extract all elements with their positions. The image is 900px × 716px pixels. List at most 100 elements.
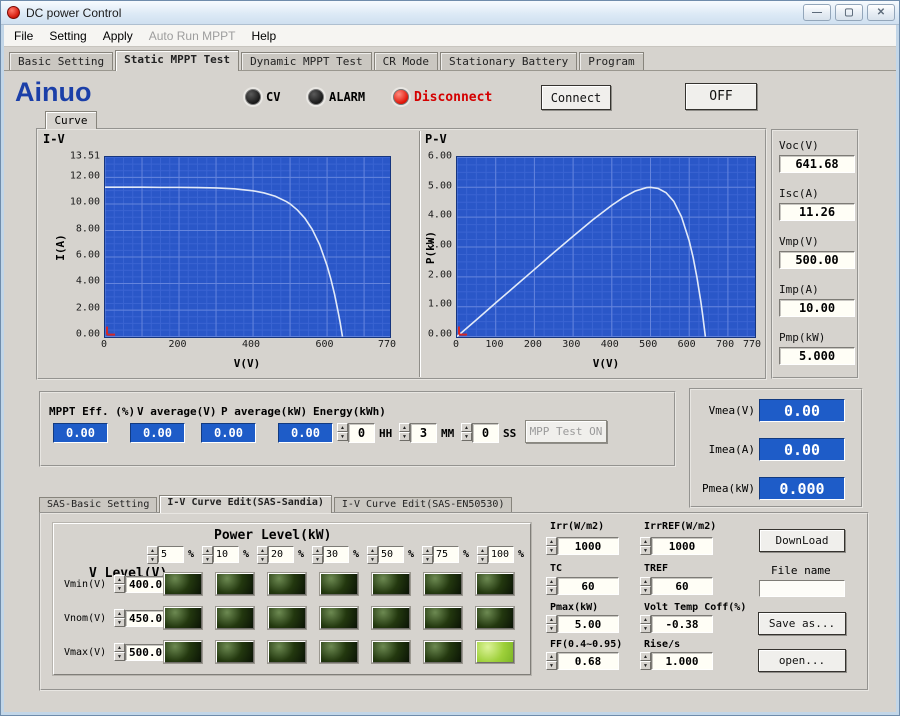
power-level-value[interactable]: 100 <box>488 546 514 563</box>
power-level-value[interactable]: 20 <box>268 546 294 563</box>
power-led-button[interactable] <box>424 573 462 595</box>
tc-value[interactable]: 60 <box>557 577 619 595</box>
tab-iv-curve-edit-sas-sandia[interactable]: I-V Curve Edit(SAS-Sandia) <box>159 495 332 513</box>
open-button[interactable]: open... <box>758 649 846 672</box>
power-led-button[interactable] <box>320 641 358 663</box>
power-led-button[interactable] <box>372 641 410 663</box>
seconds-value[interactable]: 0 <box>472 423 499 443</box>
close-button[interactable]: ✕ <box>867 4 895 21</box>
irrref-stepper[interactable]: ▲▼ 1000 <box>640 537 713 555</box>
minutes-value[interactable]: 3 <box>410 423 437 443</box>
spinner-arrows-icon[interactable]: ▲▼ <box>546 652 557 670</box>
rise-value[interactable]: 1.000 <box>651 652 713 670</box>
tab-stationary-battery[interactable]: Stationary Battery <box>440 52 577 70</box>
power-led-button[interactable] <box>268 573 306 595</box>
spinner-arrows-icon[interactable]: ▲▼ <box>114 575 125 593</box>
spinner-arrows-icon[interactable]: ▲▼ <box>546 537 557 555</box>
tab-curve[interactable]: Curve <box>45 111 97 129</box>
power-led-button[interactable] <box>268 641 306 663</box>
power-led-button[interactable] <box>424 641 462 663</box>
power-level-value[interactable]: 75 <box>433 546 459 563</box>
power-led-button[interactable] <box>476 573 514 595</box>
ff-stepper[interactable]: ▲▼ 0.68 <box>546 652 619 670</box>
power-led-button[interactable] <box>216 641 254 663</box>
tab-program[interactable]: Program <box>579 52 643 70</box>
power-led-button[interactable] <box>320 573 358 595</box>
tab-iv-curve-edit-sas-en50530[interactable]: I-V Curve Edit(SAS-EN50530) <box>334 497 513 512</box>
spinner-arrows-icon[interactable]: ▲▼ <box>202 546 213 564</box>
power-led-button[interactable] <box>164 607 202 629</box>
title-bar[interactable]: DC power Control — ▢ ✕ <box>1 1 900 25</box>
power-level-stepper[interactable]: ▲▼ 75 % <box>422 546 469 563</box>
power-led-button[interactable] <box>372 607 410 629</box>
spinner-arrows-icon[interactable]: ▲▼ <box>461 423 472 443</box>
tab-dynamic-mppt-test[interactable]: Dynamic MPPT Test <box>241 52 372 70</box>
hours-stepper[interactable]: ▲▼ 0 <box>337 423 375 443</box>
power-led-button[interactable] <box>476 641 514 663</box>
menu-apply[interactable]: Apply <box>96 27 140 45</box>
connect-button[interactable]: Connect <box>541 85 611 110</box>
maximize-button[interactable]: ▢ <box>835 4 863 21</box>
minimize-button[interactable]: — <box>803 4 831 21</box>
spinner-arrows-icon[interactable]: ▲▼ <box>114 609 125 627</box>
power-led-button[interactable] <box>476 607 514 629</box>
off-button[interactable]: OFF <box>685 83 757 110</box>
pmax-value[interactable]: 5.00 <box>557 615 619 633</box>
power-level-stepper[interactable]: ▲▼ 10 % <box>202 546 249 563</box>
power-level-stepper[interactable]: ▲▼ 100 % <box>477 546 524 563</box>
tab-cr-mode[interactable]: CR Mode <box>374 52 438 70</box>
power-level-stepper[interactable]: ▲▼ 20 % <box>257 546 304 563</box>
power-level-value[interactable]: 50 <box>378 546 404 563</box>
power-led-button[interactable] <box>164 573 202 595</box>
spinner-arrows-icon[interactable]: ▲▼ <box>640 615 651 633</box>
power-level-value[interactable]: 10 <box>213 546 239 563</box>
irr-value[interactable]: 1000 <box>557 537 619 555</box>
power-led-button[interactable] <box>164 641 202 663</box>
irr-stepper[interactable]: ▲▼ 1000 <box>546 537 619 555</box>
spinner-arrows-icon[interactable]: ▲▼ <box>312 546 323 564</box>
spinner-arrows-icon[interactable]: ▲▼ <box>640 537 651 555</box>
spinner-arrows-icon[interactable]: ▲▼ <box>257 546 268 564</box>
menu-help[interactable]: Help <box>244 27 283 45</box>
spinner-arrows-icon[interactable]: ▲▼ <box>399 423 410 443</box>
spinner-arrows-icon[interactable]: ▲▼ <box>640 652 651 670</box>
tc-stepper[interactable]: ▲▼ 60 <box>546 577 619 595</box>
menu-setting[interactable]: Setting <box>42 27 93 45</box>
rise-stepper[interactable]: ▲▼ 1.000 <box>640 652 713 670</box>
save-as-button[interactable]: Save as... <box>758 612 846 635</box>
power-level-stepper[interactable]: ▲▼ 30 % <box>312 546 359 563</box>
power-led-button[interactable] <box>424 607 462 629</box>
power-level-stepper[interactable]: ▲▼ 5 % <box>147 546 194 563</box>
power-led-button[interactable] <box>216 573 254 595</box>
pmax-stepper[interactable]: ▲▼ 5.00 <box>546 615 619 633</box>
power-led-button[interactable] <box>372 573 410 595</box>
tref-stepper[interactable]: ▲▼ 60 <box>640 577 713 595</box>
spinner-arrows-icon[interactable]: ▲▼ <box>546 615 557 633</box>
power-level-value[interactable]: 30 <box>323 546 349 563</box>
tref-value[interactable]: 60 <box>651 577 713 595</box>
hours-value[interactable]: 0 <box>348 423 375 443</box>
file-name-input[interactable] <box>759 580 845 597</box>
volt-temp-coff-stepper[interactable]: ▲▼ -0.38 <box>640 615 713 633</box>
spinner-arrows-icon[interactable]: ▲▼ <box>422 546 433 564</box>
tab-basic-setting[interactable]: Basic Setting <box>9 52 113 70</box>
irrref-value[interactable]: 1000 <box>651 537 713 555</box>
spinner-arrows-icon[interactable]: ▲▼ <box>114 643 125 661</box>
tab-static-mppt-test[interactable]: Static MPPT Test <box>115 50 239 71</box>
spinner-arrows-icon[interactable]: ▲▼ <box>147 546 158 564</box>
power-led-button[interactable] <box>268 607 306 629</box>
spinner-arrows-icon[interactable]: ▲▼ <box>546 577 557 595</box>
spinner-arrows-icon[interactable]: ▲▼ <box>640 577 651 595</box>
spinner-arrows-icon[interactable]: ▲▼ <box>477 546 488 564</box>
power-level-stepper[interactable]: ▲▼ 50 % <box>367 546 414 563</box>
minutes-stepper[interactable]: ▲▼ 3 <box>399 423 437 443</box>
menu-file[interactable]: File <box>7 27 40 45</box>
spinner-arrows-icon[interactable]: ▲▼ <box>367 546 378 564</box>
power-led-button[interactable] <box>216 607 254 629</box>
power-level-value[interactable]: 5 <box>158 546 184 563</box>
power-led-button[interactable] <box>320 607 358 629</box>
ff-value[interactable]: 0.68 <box>557 652 619 670</box>
tab-sas-basic-setting[interactable]: SAS-Basic Setting <box>39 497 157 512</box>
volt-temp-coff-value[interactable]: -0.38 <box>651 615 713 633</box>
download-button[interactable]: DownLoad <box>759 529 845 552</box>
